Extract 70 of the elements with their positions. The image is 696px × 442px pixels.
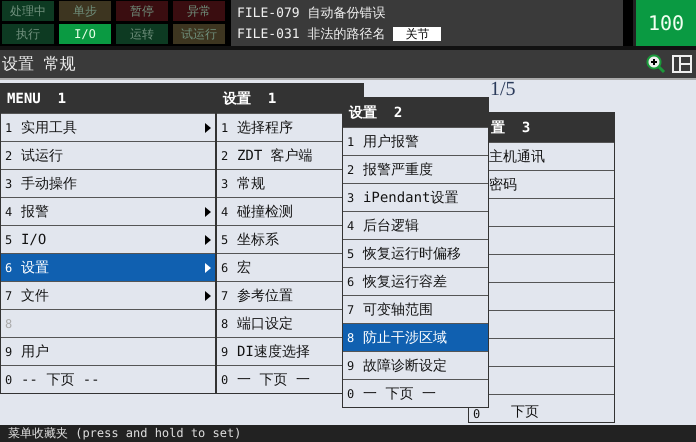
status-indicator: 异常 xyxy=(173,1,225,21)
item-label: iPendant设置 xyxy=(363,188,460,206)
item-number: 6 xyxy=(5,260,14,274)
item-number: 9 xyxy=(5,344,14,358)
item-label: 设置 xyxy=(21,258,50,276)
item-number: 4 xyxy=(5,204,14,218)
item-label: 手动操作 xyxy=(21,174,78,192)
item-number: 3 xyxy=(221,176,230,190)
item-label: 用户 xyxy=(21,342,50,360)
item-number: 5 xyxy=(221,232,230,246)
item-label: -- 下页 -- xyxy=(21,370,101,388)
item-label: 用户报警 xyxy=(363,132,420,150)
item-label: 主机通讯 xyxy=(489,148,546,166)
item-label: 碰撞检测 xyxy=(237,202,294,220)
mode-badge: 关节 xyxy=(393,26,442,40)
page-indicator: 1/5 xyxy=(490,78,516,101)
item-label: ZDT 客户端 xyxy=(237,146,314,164)
status-indicator: I/O xyxy=(59,24,111,44)
item-number: 7 xyxy=(221,288,230,302)
status-indicator: 处理中 xyxy=(2,1,54,21)
item-label: DI速度选择 xyxy=(237,342,311,360)
item-label: 选择程序 xyxy=(237,118,294,136)
item-label: 试运行 xyxy=(21,146,64,164)
status-indicator: 执行 xyxy=(2,24,54,44)
alarm-message: FILE-031 非法的路径名 xyxy=(237,26,386,42)
item-number: 7 xyxy=(5,288,14,302)
item-number: 5 xyxy=(5,232,14,246)
item-label: 端口设定 xyxy=(237,314,294,332)
menu-title: MENU 1 xyxy=(1,84,215,113)
item-label: 宏 xyxy=(237,258,252,276)
item-label: 恢复运行时偏移 xyxy=(363,244,462,262)
item-label: 下页 xyxy=(511,403,540,421)
item-label: 恢复运行容差 xyxy=(363,272,448,290)
status-indicator: 暂停 xyxy=(116,1,168,21)
item-label: 密码 xyxy=(489,176,518,194)
screen-title: 设置 常规 xyxy=(2,54,77,74)
status-indicator: 试运行 xyxy=(173,24,225,44)
favorites-bar: 菜单收藏夹 (press and hold to set) xyxy=(0,425,696,442)
status-indicator: 运转 xyxy=(116,24,168,44)
item-label: 常规 xyxy=(237,174,266,192)
item-number: 8 xyxy=(221,316,230,330)
override-value: 100 xyxy=(633,0,696,46)
item-number: 3 xyxy=(5,176,14,190)
item-number: 1 xyxy=(221,120,230,134)
item-number: 0 xyxy=(5,372,14,386)
alarm-message: FILE-079 自动备份错误 xyxy=(237,4,386,22)
item-label: I/O xyxy=(21,232,48,248)
item-label: 可变轴范围 xyxy=(363,300,434,318)
item-label: 防止干涉区域 xyxy=(363,328,448,346)
item-label: 报警严重度 xyxy=(363,160,434,178)
item-number: 1 xyxy=(5,120,14,134)
item-label: 参考位置 xyxy=(237,286,294,304)
item-number: 0 xyxy=(473,407,482,421)
item-label: 坐标系 xyxy=(237,230,280,248)
item-number: 2 xyxy=(221,148,230,162)
item-number: 4 xyxy=(221,204,230,218)
item-number: 8 xyxy=(5,316,14,330)
item-label: 一 下页 一 xyxy=(363,384,437,402)
item-number: 0 xyxy=(221,372,230,386)
menu-title: 设置 2 xyxy=(343,98,488,127)
item-label: 后台逻辑 xyxy=(363,216,420,234)
item-number: 9 xyxy=(221,344,230,358)
status-indicator: 单步 xyxy=(59,1,111,21)
item-number: 6 xyxy=(221,260,230,274)
item-label: 文件 xyxy=(21,286,50,304)
item-number: 2 xyxy=(5,148,14,162)
item-label: 实用工具 xyxy=(21,118,78,136)
item-label: 一 下页 一 xyxy=(237,370,311,388)
item-label: 报警 xyxy=(21,202,50,220)
item-label: 故障诊断设定 xyxy=(363,356,448,374)
